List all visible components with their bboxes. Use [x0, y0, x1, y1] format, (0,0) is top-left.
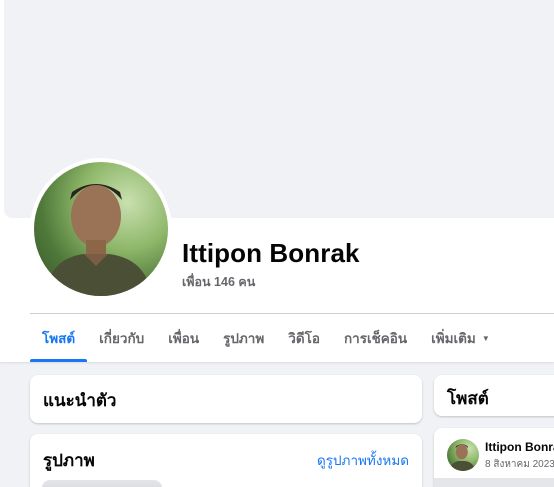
see-all-photos-link[interactable]: ดูรูปภาพทั้งหมด [317, 449, 409, 471]
photo-thumbnail[interactable] [42, 480, 162, 487]
tab-more-label: เพิ่มเติม [431, 331, 476, 346]
post-author-avatar[interactable] [447, 439, 479, 471]
profile-name: Ittipon Bonrak [182, 238, 360, 268]
tab-videos[interactable]: วิดีโอ [276, 314, 332, 362]
tab-checkins[interactable]: การเช็คอิน [332, 314, 419, 362]
posts-title: โพสต์ [447, 389, 489, 408]
photos-title: รูปภาพ [43, 451, 95, 470]
tab-photos[interactable]: รูปภาพ [211, 314, 276, 362]
profile-picture-frame [30, 158, 172, 300]
intro-card: แนะนำตัว [30, 375, 422, 423]
friends-count[interactable]: เพื่อน 146 คน [182, 272, 255, 292]
tab-more[interactable]: เพิ่มเติม ▼ [419, 314, 502, 362]
tab-posts[interactable]: โพสต์ [30, 314, 88, 362]
caret-down-icon: ▼ [481, 333, 490, 343]
post-date[interactable]: 8 สิงหาคม 2023 [485, 457, 554, 472]
intro-title: แนะนำตัว [43, 391, 117, 410]
person-silhouette-icon [44, 184, 152, 296]
profile-picture[interactable] [34, 162, 168, 296]
profile-tabs: โพสต์ เกี่ยวกับ เพื่อน รูปภาพ วิดีโอ การ… [30, 314, 502, 362]
profile-header: Ittipon Bonrak เพื่อน 146 คน โพสต์ เกี่ย… [0, 0, 554, 362]
posts-card: โพสต์ [434, 375, 554, 416]
person-silhouette-icon [449, 444, 476, 471]
post-card: Ittipon Bonra 8 สิงหาคม 2023 [434, 428, 554, 487]
post-author-name[interactable]: Ittipon Bonra [485, 440, 554, 454]
photos-card: รูปภาพ ดูรูปภาพทั้งหมด [30, 434, 422, 487]
post-media [434, 478, 554, 487]
tab-friends[interactable]: เพื่อน [156, 314, 211, 362]
tab-about[interactable]: เกี่ยวกับ [87, 314, 156, 362]
